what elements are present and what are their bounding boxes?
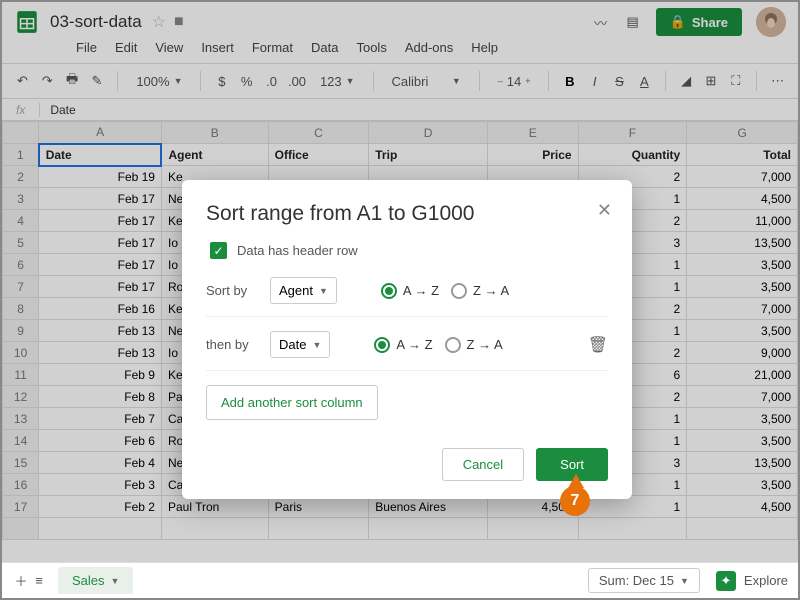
sheet-tab-sales[interactable]: Sales▼	[58, 567, 133, 594]
sort-column-1-dropdown[interactable]: Agent▼	[270, 277, 337, 304]
sort1-az-radio[interactable]: A → Z	[381, 283, 439, 299]
sort-column-2-dropdown[interactable]: Date▼	[270, 331, 330, 358]
add-sort-column-button[interactable]: Add another sort column	[206, 385, 378, 420]
dialog-title: Sort range from A1 to G1000	[206, 202, 608, 226]
add-sheet-icon[interactable]: ＋	[12, 571, 30, 590]
all-sheets-icon[interactable]: ≡	[30, 573, 48, 588]
bottom-bar: ＋ ≡ Sales▼ Sum: Dec 15▼ ✦ Explore	[2, 562, 798, 598]
delete-sort-icon[interactable]: 🗑	[588, 335, 608, 355]
sum-box[interactable]: Sum: Dec 15▼	[588, 568, 700, 593]
sort-range-dialog: ✕ Sort range from A1 to G1000 ✓ Data has…	[182, 180, 632, 499]
header-row-label: Data has header row	[237, 243, 358, 258]
sort1-za-radio[interactable]: Z → A	[451, 283, 509, 299]
explore-button[interactable]: ✦ Explore	[716, 571, 788, 591]
sort-by-label: Sort by	[206, 283, 258, 298]
sort2-za-radio[interactable]: Z → A	[445, 337, 503, 353]
explore-icon: ✦	[716, 571, 736, 591]
step-callout: 7	[560, 476, 592, 516]
header-row-checkbox[interactable]: ✓	[210, 242, 227, 259]
cancel-button[interactable]: Cancel	[442, 448, 524, 481]
close-icon[interactable]: ✕	[597, 200, 612, 221]
then-by-label: then by	[206, 337, 258, 352]
sort2-az-radio[interactable]: A → Z	[374, 337, 432, 353]
